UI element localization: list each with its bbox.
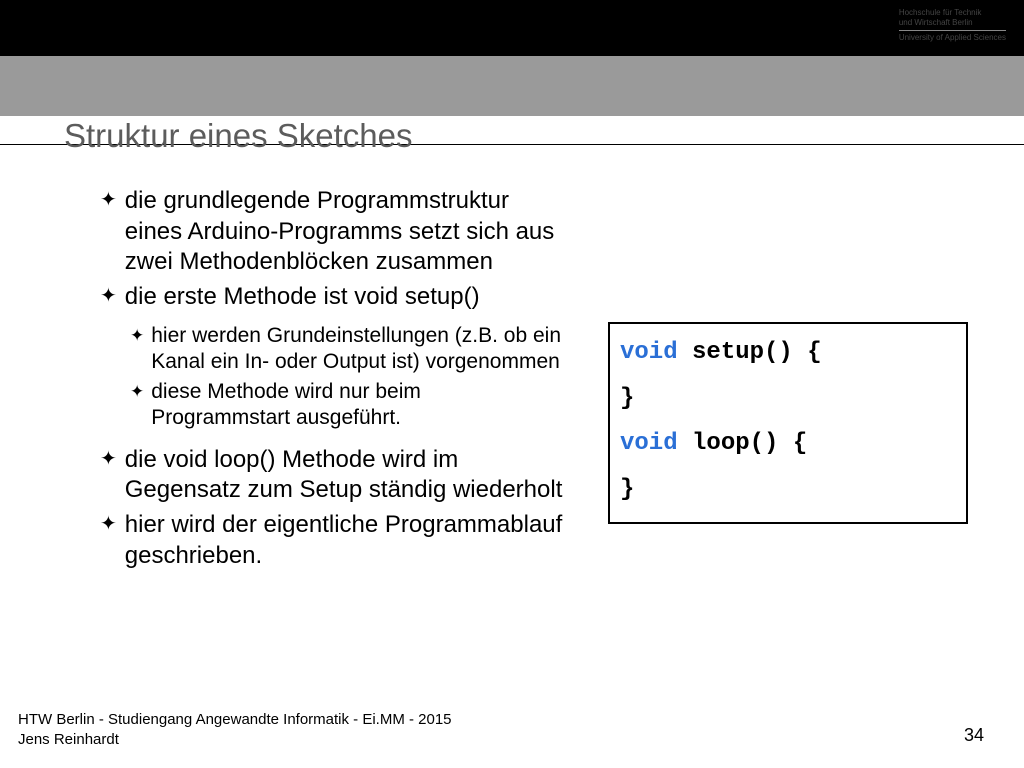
bullet-2-text: die erste Methode ist void setup()	[125, 282, 480, 313]
diamond-icon: ✦	[130, 325, 144, 346]
code-keyword: void	[620, 339, 678, 366]
bullet-2b: ✦ diese Methode wird nur beim Programmst…	[130, 379, 565, 432]
code-fn-setup: setup() {	[678, 339, 822, 366]
logo-text: Hochschule für Technik und Wirtschaft Be…	[899, 8, 1006, 43]
bullet-3-text: die void loop() Methode wird im Gegensat…	[125, 445, 565, 506]
logo-brand: htw.	[842, 8, 889, 39]
bullet-2b-text: diese Methode wird nur beim Programmstar…	[151, 379, 565, 432]
code-line-4: }	[620, 467, 956, 513]
footer-line2: Jens Reinhardt	[18, 730, 452, 750]
bullet-1-text: die grundlegende Programmstruktur eines …	[125, 186, 565, 278]
bullet-2a: ✦ hier werden Grundeinstellungen (z.B. o…	[130, 323, 565, 376]
code-fn-loop: loop() {	[678, 430, 808, 457]
code-close-brace: }	[620, 385, 634, 412]
code-box: void setup() { } void loop() { }	[608, 322, 968, 524]
code-line-3: void loop() {	[620, 421, 956, 467]
code-line-1: void setup() {	[620, 330, 956, 376]
code-line-2: }	[620, 376, 956, 422]
diamond-icon: ✦	[130, 381, 144, 402]
footer-line1: HTW Berlin - Studiengang Angewandte Info…	[18, 710, 452, 730]
logo-line3: University of Applied Sciences	[899, 33, 1006, 43]
diamond-icon: ✦	[100, 188, 117, 213]
diamond-icon: ✦	[100, 284, 117, 309]
slide-content: ✦ die grundlegende Programmstruktur eine…	[100, 186, 565, 576]
page-number: 34	[964, 725, 984, 746]
logo-line2: und Wirtschaft Berlin	[899, 18, 1006, 28]
slide-footer: HTW Berlin - Studiengang Angewandte Info…	[18, 710, 452, 751]
logo-area: htw. Hochschule für Technik und Wirtscha…	[842, 8, 1006, 43]
header-grey-band	[0, 56, 1024, 116]
logo-line1: Hochschule für Technik	[899, 8, 1006, 18]
bullet-2: ✦ die erste Methode ist void setup()	[100, 282, 565, 313]
bullet-1: ✦ die grundlegende Programmstruktur eine…	[100, 186, 565, 278]
diamond-icon: ✦	[100, 512, 117, 537]
logo-divider	[899, 30, 1006, 31]
bullet-4-text: hier wird der eigentliche Programmablauf…	[125, 510, 565, 571]
code-keyword: void	[620, 430, 678, 457]
bullet-4: ✦ hier wird der eigentliche Programmabla…	[100, 510, 565, 571]
slide-title: Struktur eines Sketches	[64, 117, 1024, 155]
bullet-3: ✦ die void loop() Methode wird im Gegens…	[100, 445, 565, 506]
diamond-icon: ✦	[100, 447, 117, 472]
bullet-2a-text: hier werden Grundeinstellungen (z.B. ob …	[151, 323, 565, 376]
code-close-brace: }	[620, 476, 634, 503]
